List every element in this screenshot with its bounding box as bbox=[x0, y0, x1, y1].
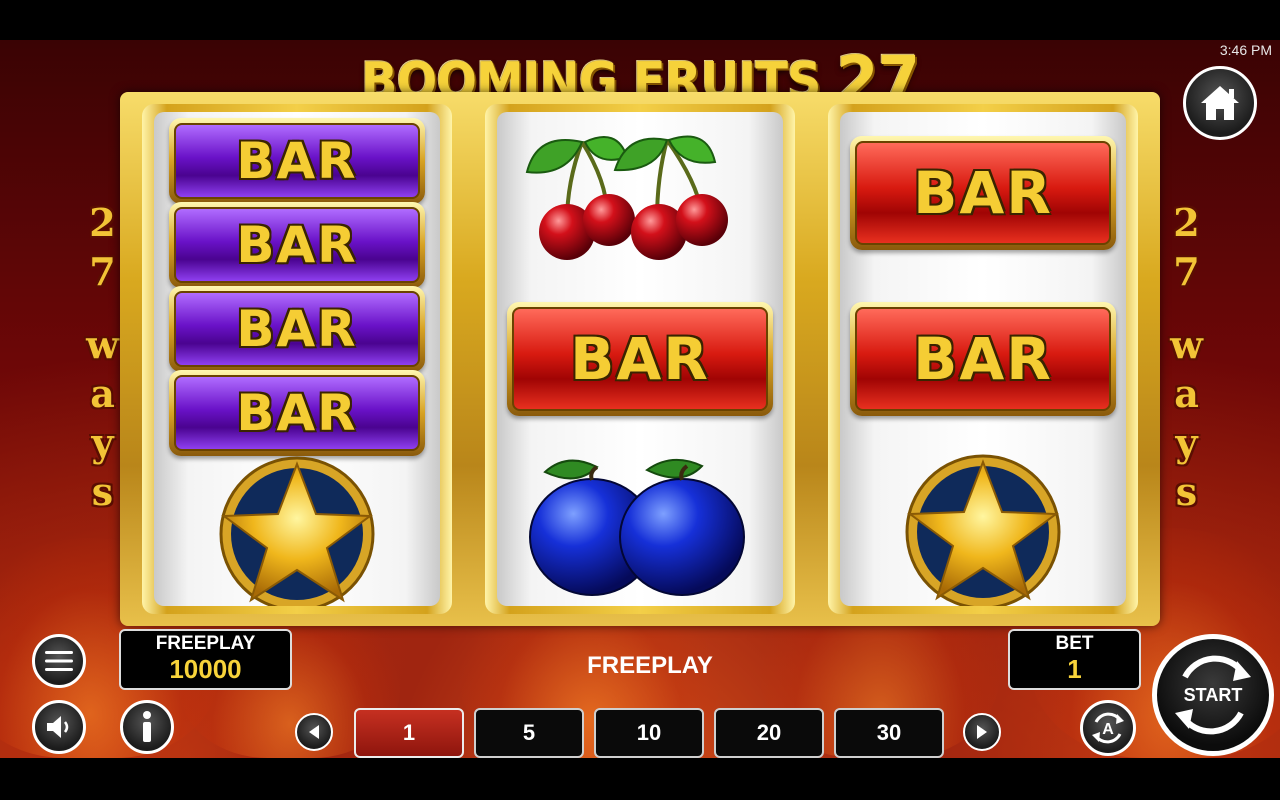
info-icon bbox=[143, 711, 151, 742]
bar-symbol: BAR bbox=[169, 202, 425, 288]
autoplay-button[interactable]: A bbox=[1080, 700, 1136, 756]
autoplay-icon: A bbox=[1092, 712, 1124, 744]
reel-1: BAR BAR BAR BAR bbox=[142, 104, 452, 614]
bar-symbol: BAR bbox=[169, 118, 425, 204]
menu-button[interactable] bbox=[32, 634, 86, 688]
cherries-icon bbox=[525, 135, 728, 260]
ways-number: 27 bbox=[80, 200, 125, 298]
bet-panel: BET 1 bbox=[1008, 629, 1141, 690]
bar-symbol: BAR bbox=[169, 370, 425, 456]
reel-2: BAR bbox=[485, 104, 795, 614]
bar-label: BAR bbox=[174, 375, 420, 451]
bet-option[interactable]: 1 bbox=[354, 708, 464, 758]
bet-decrease-button[interactable] bbox=[295, 713, 333, 751]
bar-label: BAR bbox=[512, 307, 768, 411]
svg-text:A: A bbox=[1102, 721, 1114, 738]
bar-symbol: BAR bbox=[507, 302, 773, 416]
bar-symbol: BAR bbox=[169, 286, 425, 372]
star-icon bbox=[219, 456, 375, 606]
bet-option[interactable]: 30 bbox=[834, 708, 944, 758]
home-button[interactable] bbox=[1183, 66, 1257, 140]
bet-option[interactable]: 10 bbox=[594, 708, 704, 758]
arrow-left-icon bbox=[309, 725, 319, 739]
start-button[interactable]: START bbox=[1152, 634, 1274, 756]
status-message: FREEPLAY bbox=[587, 652, 713, 679]
sound-icon bbox=[47, 716, 69, 738]
reel-frame: BAR BAR BAR BAR BAR BAR BAR bbox=[120, 92, 1160, 626]
bar-label: BAR bbox=[855, 141, 1111, 245]
arrow-right-icon bbox=[977, 725, 987, 739]
ways-label-right: 27 ways bbox=[1164, 200, 1209, 518]
reel-window: BAR bbox=[497, 112, 783, 606]
bet-option[interactable]: 5 bbox=[474, 708, 584, 758]
reel-window: BAR BAR bbox=[840, 112, 1126, 606]
reel-window: BAR BAR BAR BAR bbox=[154, 112, 440, 606]
bet-label: BET bbox=[1055, 633, 1094, 654]
home-icon bbox=[1201, 86, 1239, 120]
menu-icon bbox=[45, 651, 73, 671]
ways-number: 27 bbox=[1164, 200, 1209, 298]
bet-value: 1 bbox=[1067, 654, 1082, 684]
plums-icon bbox=[529, 459, 745, 596]
ways-word: ways bbox=[1164, 322, 1209, 518]
start-label: START bbox=[1183, 684, 1243, 705]
sound-button[interactable] bbox=[32, 700, 86, 754]
balance-panel: FREEPLAY 10000 bbox=[119, 629, 292, 690]
bar-label: BAR bbox=[174, 123, 420, 199]
bar-symbol: BAR bbox=[850, 136, 1116, 250]
reel-3: BAR BAR bbox=[828, 104, 1138, 614]
bar-label: BAR bbox=[174, 291, 420, 367]
info-button[interactable] bbox=[120, 700, 174, 754]
bet-increase-button[interactable] bbox=[963, 713, 1001, 751]
bet-option[interactable]: 20 bbox=[714, 708, 824, 758]
bar-symbol: BAR bbox=[850, 302, 1116, 416]
star-icon bbox=[905, 454, 1061, 606]
balance-value: 10000 bbox=[169, 654, 242, 684]
bar-label: BAR bbox=[855, 307, 1111, 411]
bar-label: BAR bbox=[174, 207, 420, 283]
balance-label: FREEPLAY bbox=[155, 633, 256, 654]
ways-word: ways bbox=[80, 322, 125, 518]
ways-label-left: 27 ways bbox=[80, 200, 125, 518]
